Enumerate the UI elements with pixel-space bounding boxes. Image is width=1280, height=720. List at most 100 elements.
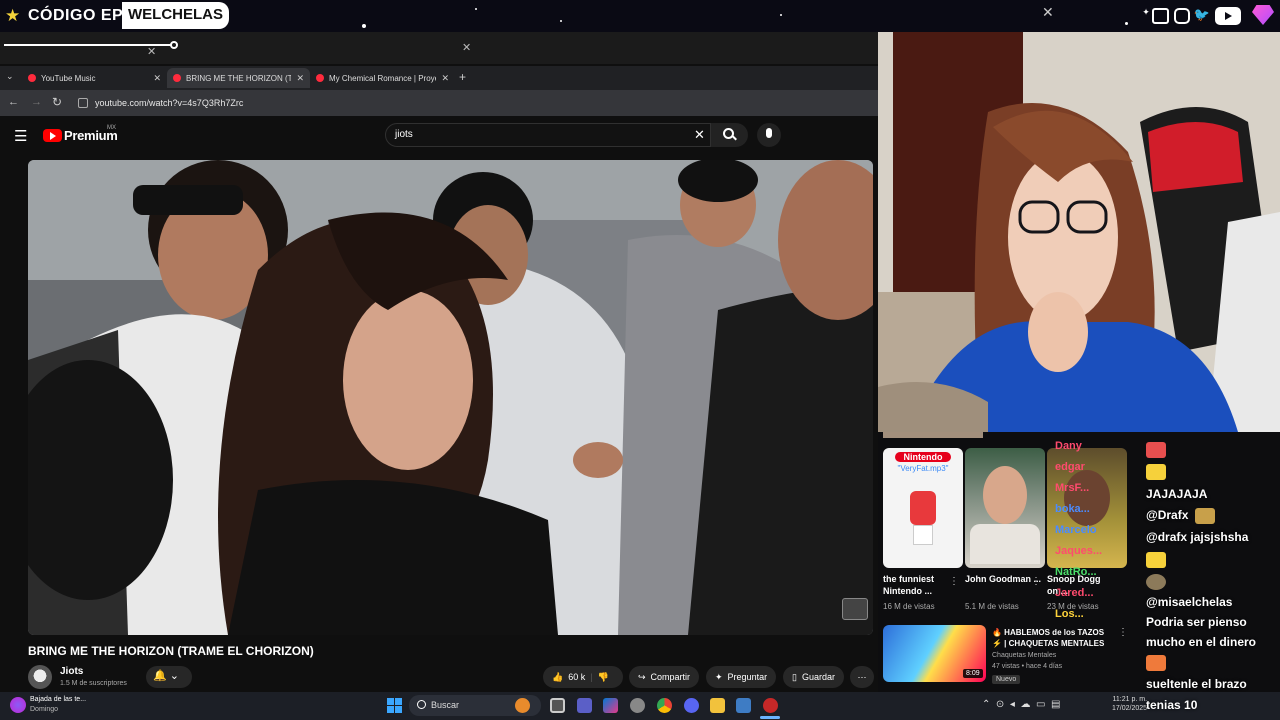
overlay-username: MrsF... bbox=[1055, 482, 1090, 494]
discord-icon[interactable] bbox=[684, 698, 699, 713]
youtube-favicon-icon bbox=[316, 74, 324, 82]
youtube-play-icon bbox=[1225, 12, 1232, 20]
forward-arrow-icon[interactable]: → bbox=[31, 96, 42, 108]
settings-gear-icon[interactable] bbox=[630, 698, 645, 713]
youtube-logo-play-icon bbox=[50, 132, 56, 140]
hamburger-menu-icon[interactable]: ☰ bbox=[14, 127, 27, 145]
chat-message: @misaelchelas bbox=[1146, 595, 1233, 609]
copilot-icon[interactable] bbox=[603, 698, 618, 713]
photos-icon[interactable] bbox=[736, 698, 751, 713]
tab-list-chevron-icon[interactable]: ⌄ bbox=[6, 71, 14, 82]
ask-button[interactable]: ✦ Preguntar bbox=[706, 666, 777, 688]
notifications-button[interactable]: 🔔 ⌄ bbox=[146, 666, 192, 688]
overlay-username: Dany bbox=[1055, 440, 1082, 452]
windows-logo-pane bbox=[395, 706, 402, 713]
more-actions-button[interactable]: ⋯ bbox=[850, 666, 874, 688]
file-explorer-icon[interactable] bbox=[710, 698, 725, 713]
youtube-music-favicon-icon bbox=[28, 74, 36, 82]
man-face bbox=[983, 466, 1027, 524]
task-view-icon[interactable] bbox=[550, 698, 565, 713]
overlay-username: Jaques... bbox=[1055, 545, 1103, 557]
rec-views: 5.1 M de vistas bbox=[965, 602, 1019, 611]
channel-watermark[interactable] bbox=[842, 598, 868, 620]
channel-name[interactable]: Jiots bbox=[60, 666, 83, 677]
nintendo-logo: Nintendo bbox=[895, 452, 951, 462]
tab-close-icon[interactable]: ✕ bbox=[441, 73, 449, 84]
microphone-icon[interactable] bbox=[766, 128, 772, 138]
share-label: Compartir bbox=[650, 672, 691, 682]
tab-youtube-music[interactable]: YouTube Music ✕ bbox=[22, 68, 167, 88]
url-field[interactable]: youtube.com/watch?v=4s7Q3Rh7Zrc bbox=[95, 98, 243, 108]
rec-title[interactable]: John Goodman ... bbox=[965, 573, 1041, 585]
ask-label: Preguntar bbox=[727, 672, 768, 682]
video-title: BRING ME THE HORIZON (TRAME EL CHORIZON) bbox=[28, 644, 314, 658]
tab-label: YouTube Music bbox=[41, 73, 96, 83]
tab-bring-me-the-horizon[interactable]: BRING ME THE HORIZON (TRAM ✕ bbox=[167, 68, 310, 88]
rec-meta: 47 vistas • hace 4 días bbox=[992, 663, 1063, 670]
dislike-icon[interactable]: 👎 bbox=[598, 672, 609, 683]
clear-search-icon[interactable]: ✕ bbox=[694, 127, 705, 143]
rec-thumbnail-nintendo[interactable]: Nintendo "VeryFat.mp3" bbox=[883, 448, 963, 568]
channel-avatar[interactable] bbox=[28, 665, 52, 689]
webcam-bottom-edge bbox=[883, 432, 983, 438]
rec-thumbnail-john-goodman[interactable] bbox=[965, 448, 1045, 568]
tab-label: BRING ME THE HORIZON (TRAM bbox=[186, 73, 292, 83]
windows-start-icon[interactable] bbox=[387, 698, 402, 713]
search-input-value[interactable]: jiots bbox=[395, 129, 413, 140]
emote-icon bbox=[1146, 574, 1166, 590]
system-tray[interactable]: ⌃ ⊙ ◂ ☁ ▭ ▤ bbox=[982, 699, 1060, 710]
chat-message: mucho en el dinero bbox=[1146, 635, 1257, 649]
tab-label: My Chemical Romance | Proyec bbox=[329, 73, 437, 83]
star-dot bbox=[362, 24, 366, 28]
rec-title[interactable]: the funniest Nintendo ... bbox=[883, 573, 959, 597]
more-icon: ⋯ bbox=[857, 671, 867, 682]
tab-close-icon[interactable]: ✕ bbox=[296, 73, 304, 84]
subscriber-count: 1.5 M de suscriptores bbox=[60, 680, 127, 687]
search-icon bbox=[417, 700, 426, 709]
emote-icon bbox=[1146, 655, 1166, 671]
region-code: MX bbox=[107, 125, 116, 131]
twitter-icon: 🐦 bbox=[1193, 7, 1211, 22]
taskbar-search-placeholder[interactable]: Buscar bbox=[431, 700, 459, 710]
more-vertical-icon[interactable]: ⋮ bbox=[1031, 576, 1041, 587]
webcam-frame bbox=[878, 32, 1280, 432]
windows-logo-pane bbox=[387, 706, 394, 713]
chrome-icon[interactable] bbox=[657, 698, 672, 713]
teams-icon[interactable] bbox=[577, 698, 592, 713]
share-button[interactable]: ↪ Compartir bbox=[629, 666, 700, 688]
like-dislike-group: 👍 60 k | 👎 bbox=[543, 666, 623, 688]
obs-icon[interactable] bbox=[763, 698, 778, 713]
bell-icon: 🔔 bbox=[153, 670, 167, 682]
video-player[interactable] bbox=[28, 160, 873, 635]
more-vertical-icon[interactable]: ⋮ bbox=[949, 576, 959, 587]
clock[interactable]: 11:21 p. m. 17/02/2025 bbox=[1112, 695, 1147, 713]
search-input[interactable] bbox=[385, 123, 711, 147]
clock-date: 17/02/2025 bbox=[1112, 705, 1148, 712]
rec-channel[interactable]: Chaquetas Mentales bbox=[992, 652, 1056, 659]
video-frame bbox=[28, 160, 873, 635]
new-tab-icon[interactable]: + bbox=[459, 70, 466, 84]
mii-legs bbox=[913, 525, 933, 545]
chat-overlay-names: Dany edgar MrsF... boka... Marcelo Jaque… bbox=[1055, 440, 1140, 690]
clock-time: 11:21 p. m. bbox=[1112, 696, 1148, 703]
weather-icon[interactable] bbox=[10, 697, 26, 713]
windows-logo-pane bbox=[387, 698, 394, 705]
overlay-username: Jared... bbox=[1055, 587, 1094, 599]
save-button[interactable]: ▯ Guardar bbox=[783, 666, 844, 688]
weather-widget-title[interactable]: Bajada de las te... bbox=[30, 696, 86, 703]
weather-widget-subtitle[interactable]: Domingo bbox=[30, 706, 58, 713]
tab-my-chemical-romance[interactable]: My Chemical Romance | Proyec ✕ bbox=[310, 68, 455, 88]
bookmark-icon: ▯ bbox=[792, 671, 797, 682]
active-app-indicator bbox=[760, 716, 780, 719]
chat-message: @drafx jajsjshsha bbox=[1146, 530, 1249, 544]
reload-icon[interactable]: ↻ bbox=[52, 95, 62, 109]
back-arrow-icon[interactable]: ← bbox=[8, 96, 19, 108]
like-icon[interactable]: 👍 bbox=[552, 672, 563, 683]
man-shirt bbox=[970, 524, 1040, 564]
like-count[interactable]: 60 k bbox=[568, 672, 585, 682]
overlay-username: edgar bbox=[1055, 461, 1085, 473]
search-highlight-icon[interactable] bbox=[515, 698, 530, 713]
site-info-icon[interactable] bbox=[78, 98, 88, 108]
tab-close-icon[interactable]: ✕ bbox=[153, 73, 161, 84]
thumbnail-text: "VeryFat.mp3" bbox=[897, 464, 949, 473]
